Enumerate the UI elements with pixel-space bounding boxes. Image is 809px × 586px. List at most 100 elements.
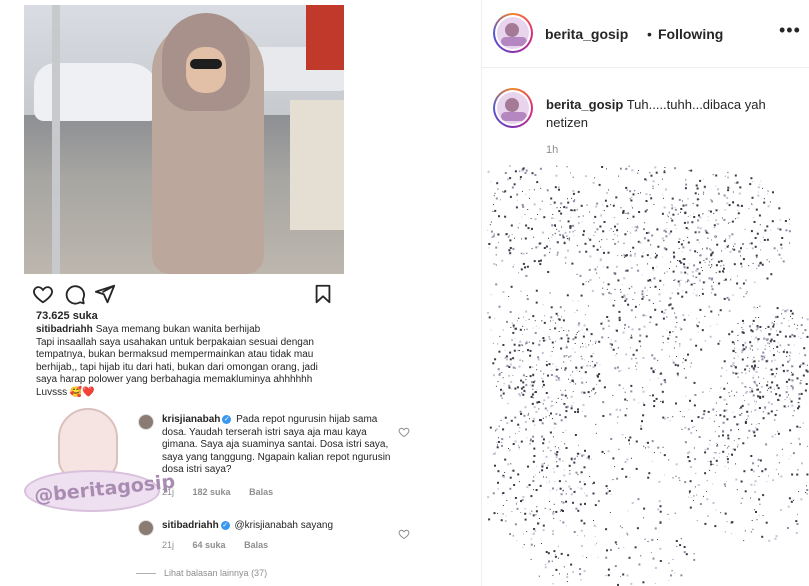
noise-pixel bbox=[535, 489, 538, 491]
noise-pixel bbox=[550, 369, 552, 371]
noise-pixel bbox=[723, 240, 726, 243]
comment-likes[interactable]: 64 suka bbox=[193, 540, 226, 550]
noise-pixel bbox=[753, 338, 755, 340]
avatar[interactable] bbox=[138, 520, 154, 536]
noise-pixel bbox=[737, 212, 740, 215]
noise-pixel bbox=[753, 434, 756, 437]
noise-pixel bbox=[761, 470, 764, 473]
noise-pixel bbox=[539, 419, 542, 422]
noise-pixel bbox=[734, 366, 737, 369]
noise-pixel bbox=[722, 421, 725, 424]
noise-pixel bbox=[637, 269, 640, 272]
noise-pixel bbox=[583, 481, 585, 482]
noise-pixel bbox=[611, 339, 613, 341]
noise-pixel bbox=[793, 344, 795, 346]
noise-pixel bbox=[513, 484, 516, 486]
avatar[interactable] bbox=[493, 88, 533, 128]
separator-dot: • bbox=[647, 26, 652, 42]
noise-pixel bbox=[497, 188, 499, 190]
noise-pixel bbox=[566, 166, 568, 168]
noise-pixel bbox=[669, 331, 671, 334]
noise-pixel bbox=[688, 490, 691, 493]
noise-pixel bbox=[564, 231, 567, 234]
noise-pixel bbox=[512, 324, 515, 327]
avatar[interactable] bbox=[493, 13, 533, 53]
noise-pixel bbox=[501, 442, 503, 443]
noise-pixel bbox=[664, 308, 667, 311]
noise-pixel bbox=[528, 318, 530, 320]
noise-pixel bbox=[683, 416, 685, 418]
noise-pixel bbox=[659, 547, 662, 550]
comment-likes[interactable]: 182 suka bbox=[193, 487, 231, 497]
noise-pixel bbox=[770, 391, 772, 393]
like-count[interactable]: 73.625 suka bbox=[36, 310, 98, 322]
noise-pixel bbox=[801, 317, 803, 319]
noise-pixel bbox=[542, 386, 544, 388]
noise-pixel bbox=[560, 552, 563, 555]
noise-pixel bbox=[765, 443, 768, 446]
noise-pixel bbox=[665, 228, 667, 230]
noise-pixel bbox=[500, 199, 501, 201]
reply-button[interactable]: Balas bbox=[249, 487, 273, 497]
noise-pixel bbox=[690, 432, 693, 434]
noise-pixel bbox=[618, 347, 620, 349]
heart-icon[interactable] bbox=[398, 426, 410, 438]
noise-pixel bbox=[702, 193, 704, 195]
comment-icon[interactable] bbox=[64, 283, 86, 305]
heart-icon[interactable] bbox=[32, 283, 54, 305]
bookmark-icon[interactable] bbox=[312, 283, 334, 305]
noise-pixel bbox=[552, 234, 554, 236]
noise-pixel bbox=[521, 238, 522, 240]
noise-pixel bbox=[676, 265, 677, 267]
following-button[interactable]: Following bbox=[658, 26, 723, 42]
panel-caption-username[interactable]: berita_gosip bbox=[546, 97, 623, 112]
comment-username[interactable]: krisjianabah bbox=[162, 414, 220, 425]
reply-button[interactable]: Balas bbox=[244, 540, 268, 550]
noise-pixel bbox=[785, 391, 788, 394]
noise-pixel bbox=[712, 258, 714, 259]
noise-pixel bbox=[772, 325, 775, 328]
noise-pixel bbox=[563, 566, 565, 568]
comment-username[interactable]: sitibadriahh bbox=[162, 520, 219, 531]
noise-pixel bbox=[723, 409, 726, 412]
noise-pixel bbox=[675, 540, 678, 542]
noise-pixel bbox=[535, 410, 538, 413]
noise-pixel bbox=[545, 476, 547, 478]
noise-pixel bbox=[717, 223, 720, 226]
noise-pixel bbox=[681, 295, 684, 298]
noise-pixel bbox=[508, 375, 510, 377]
view-more-replies-link[interactable]: Lihat balasan lainnya (37) bbox=[136, 568, 267, 578]
noise-pixel bbox=[625, 186, 628, 189]
noise-pixel bbox=[726, 521, 728, 523]
header-username[interactable]: berita_gosip bbox=[545, 26, 628, 42]
noise-pixel bbox=[662, 317, 665, 320]
noise-pixel bbox=[596, 228, 599, 231]
noise-pixel bbox=[577, 190, 580, 193]
share-icon[interactable] bbox=[94, 283, 116, 305]
noise-pixel bbox=[663, 312, 666, 314]
noise-pixel bbox=[758, 476, 760, 477]
noise-pixel bbox=[704, 472, 707, 475]
noise-pixel bbox=[765, 360, 768, 363]
noise-pixel bbox=[594, 340, 597, 343]
noise-pixel bbox=[668, 562, 670, 564]
noise-pixel bbox=[649, 194, 651, 196]
noise-pixel bbox=[625, 167, 628, 170]
noise-pixel bbox=[588, 237, 589, 239]
noise-pixel bbox=[715, 509, 717, 511]
noise-pixel bbox=[682, 204, 685, 207]
noise-pixel bbox=[526, 295, 528, 297]
noise-pixel bbox=[698, 321, 700, 323]
heart-icon[interactable] bbox=[398, 528, 410, 540]
noise-pixel bbox=[547, 271, 550, 273]
noise-pixel bbox=[537, 522, 539, 525]
noise-pixel bbox=[786, 355, 788, 357]
more-options-icon[interactable]: ••• bbox=[779, 20, 801, 41]
noise-pixel bbox=[693, 404, 696, 407]
noise-pixel bbox=[787, 343, 790, 346]
noise-pixel bbox=[766, 384, 769, 387]
noise-pixel bbox=[677, 241, 680, 243]
caption-username[interactable]: sitibadriahh bbox=[36, 324, 93, 335]
noise-pixel bbox=[671, 307, 674, 310]
avatar[interactable] bbox=[138, 414, 154, 430]
